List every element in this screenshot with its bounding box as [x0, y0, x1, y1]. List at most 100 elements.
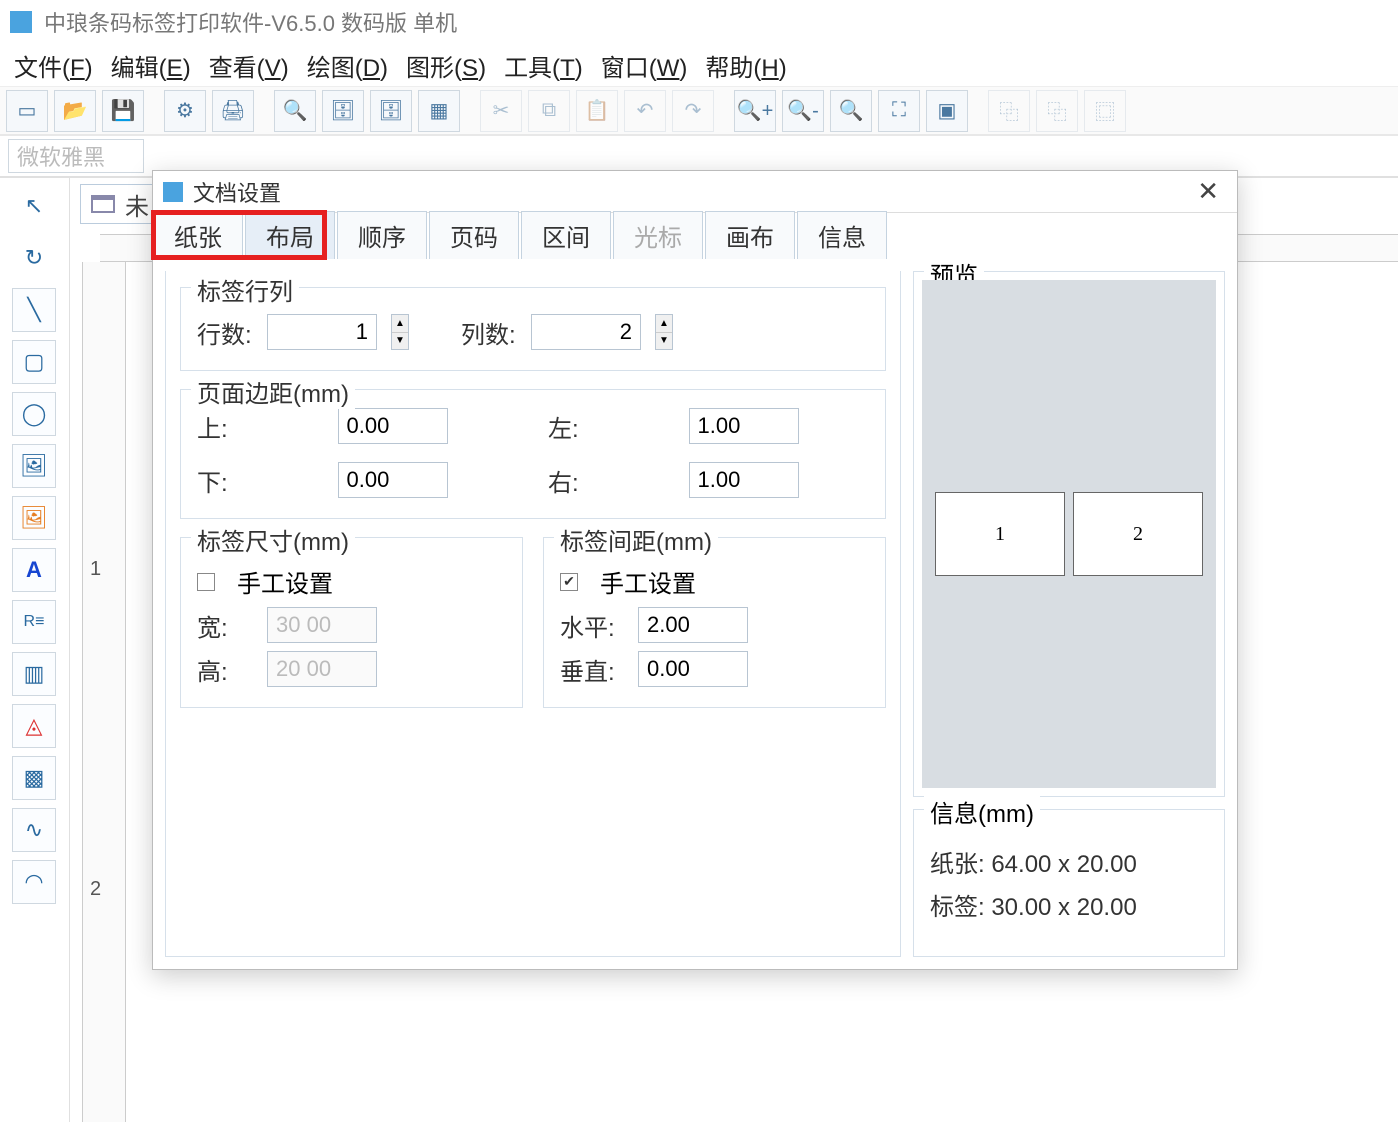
fit-all-button[interactable]: ▣: [926, 90, 968, 132]
vertical-ruler: [82, 262, 126, 1122]
dialog-left-panel: 标签行列 行数: ▲▼ 列数: ▲▼ 页面边距(mm) 上: 左:: [165, 271, 901, 957]
preview-canvas: 1 2: [922, 280, 1216, 788]
info-label: 标签: 30.00 x 20.00: [930, 887, 1208, 922]
gap-h-input[interactable]: [638, 607, 748, 643]
menu-window[interactable]: 窗口(W): [601, 48, 688, 83]
margin-right-input[interactable]: [689, 462, 799, 498]
margin-top-input[interactable]: [338, 408, 448, 444]
tab-paper[interactable]: 纸张: [153, 211, 243, 259]
dialog-right-panel: 预览 1 2 信息(mm) 纸张: 64.00 x 20.00 标签: 30.0…: [913, 271, 1225, 957]
app-icon: [10, 11, 32, 33]
info-group: 信息(mm) 纸张: 64.00 x 20.00 标签: 30.00 x 20.…: [913, 809, 1225, 957]
gap-v-label: 垂直:: [560, 652, 624, 687]
barcode-tool[interactable]: ▥: [12, 652, 56, 696]
tab-cursor[interactable]: 光标: [613, 211, 703, 259]
size-w-label: 宽:: [197, 608, 253, 643]
cut-button[interactable]: ✂: [480, 90, 522, 132]
ruler-v-tick-2: 2: [90, 878, 101, 901]
tab-order[interactable]: 顺序: [337, 211, 427, 259]
save-button[interactable]: 💾: [102, 90, 144, 132]
qrcode-tool[interactable]: ▩: [12, 756, 56, 800]
ellipse-tool[interactable]: ◯: [12, 392, 56, 436]
document-tab[interactable]: 未: [80, 184, 160, 224]
preview-label-2: 2: [1073, 492, 1203, 576]
database-button[interactable]: 🗄: [322, 90, 364, 132]
rows-input[interactable]: [267, 314, 377, 350]
shape-tool[interactable]: ◬: [12, 704, 56, 748]
menu-shape[interactable]: 图形(S): [406, 48, 486, 83]
cols-spinner[interactable]: ▲▼: [655, 314, 673, 350]
settings-button[interactable]: ⚙: [164, 90, 206, 132]
text-tool[interactable]: A: [12, 548, 56, 592]
roundrect-tool[interactable]: ▢: [12, 340, 56, 384]
close-button[interactable]: ✕: [1189, 176, 1227, 207]
tab-range[interactable]: 区间: [521, 211, 611, 259]
zoom-fit-button[interactable]: 🔍: [830, 90, 872, 132]
cols-input[interactable]: [531, 314, 641, 350]
zoom-out-button[interactable]: 🔍-: [782, 90, 824, 132]
rows-spinner[interactable]: ▲▼: [391, 314, 409, 350]
tab-pagenum[interactable]: 页码: [429, 211, 519, 259]
copy-button[interactable]: ⧉: [528, 90, 570, 132]
menu-help[interactable]: 帮助(H): [705, 48, 786, 83]
fit-window-button[interactable]: ⛶: [878, 90, 920, 132]
database2-button[interactable]: 🗄: [370, 90, 412, 132]
ruler-v-tick-1: 1: [90, 558, 101, 581]
zoom-in-button[interactable]: 🔍+: [734, 90, 776, 132]
menu-file[interactable]: 文件(F): [14, 48, 93, 83]
picture-tool[interactable]: 🖼: [12, 496, 56, 540]
info-legend: 信息(mm): [924, 794, 1040, 829]
size-w-input: [267, 607, 377, 643]
tab-info[interactable]: 信息: [797, 211, 887, 259]
image-tool[interactable]: 🖼: [12, 444, 56, 488]
print-button[interactable]: 🖨: [212, 90, 254, 132]
page-margin-group: 页面边距(mm) 上: 左: 下: 右:: [180, 389, 886, 519]
margin-left-label: 左:: [548, 409, 588, 444]
ungroup-button[interactable]: ⿻: [1036, 90, 1078, 132]
margin-left-input[interactable]: [689, 408, 799, 444]
font-name-box[interactable]: 微软雅黑: [8, 139, 144, 173]
new-button[interactable]: ▭: [6, 90, 48, 132]
tab-canvas[interactable]: 画布: [705, 211, 795, 259]
document-tab-label: 未: [125, 187, 149, 222]
menu-tool[interactable]: 工具(T): [504, 48, 583, 83]
menu-draw[interactable]: 绘图(D): [307, 48, 388, 83]
tab-layout[interactable]: 布局: [245, 211, 335, 259]
size-h-label: 高:: [197, 652, 253, 687]
label-gap-group: 标签间距(mm) 手工设置 水平: 垂直:: [543, 537, 886, 708]
gap-manual-checkbox[interactable]: [560, 573, 578, 591]
menubar: 文件(F) 编辑(E) 查看(V) 绘图(D) 图形(S) 工具(T) 窗口(W…: [0, 44, 1398, 86]
rows-label: 行数:: [197, 315, 253, 350]
margin-bottom-input[interactable]: [338, 462, 448, 498]
undo-button[interactable]: ↶: [624, 90, 666, 132]
document-settings-dialog: 文档设置 ✕ 纸张 布局 顺序 页码 区间 光标 画布 信息 标签行列 行数: …: [152, 170, 1238, 970]
cols-label: 列数:: [461, 315, 517, 350]
document-icon: [91, 195, 115, 213]
align-button[interactable]: ⿴: [1084, 90, 1126, 132]
gap-h-label: 水平:: [560, 608, 624, 643]
dialog-titlebar[interactable]: 文档设置 ✕: [153, 171, 1237, 213]
richtext-tool[interactable]: R≡: [12, 600, 56, 644]
label-size-group: 标签尺寸(mm) 手工设置 宽: 高:: [180, 537, 523, 708]
rotate-tool[interactable]: ↻: [12, 236, 56, 280]
group-button[interactable]: ⿻: [988, 90, 1030, 132]
left-toolbox: ↖ ↻ ╲ ▢ ◯ 🖼 🖼 A R≡ ▥ ◬ ▩ ∿ ◠: [0, 178, 70, 1122]
menu-view[interactable]: 查看(V): [209, 48, 289, 83]
margin-top-label: 上:: [197, 409, 237, 444]
paste-button[interactable]: 📋: [576, 90, 618, 132]
preview-button[interactable]: 🔍: [274, 90, 316, 132]
label-rowcol-group: 标签行列 行数: ▲▼ 列数: ▲▼: [180, 287, 886, 371]
preview-label-1: 1: [935, 492, 1065, 576]
grid-button[interactable]: ▦: [418, 90, 460, 132]
arc-tool[interactable]: ◠: [12, 860, 56, 904]
menu-edit[interactable]: 编辑(E): [111, 48, 191, 83]
curve-tool[interactable]: ∿: [12, 808, 56, 852]
redo-button[interactable]: ↷: [672, 90, 714, 132]
open-button[interactable]: 📂: [54, 90, 96, 132]
size-manual-checkbox[interactable]: [197, 573, 215, 591]
dialog-tabs: 纸张 布局 顺序 页码 区间 光标 画布 信息: [153, 213, 1237, 259]
preview-group: 预览 1 2: [913, 271, 1225, 797]
gap-v-input[interactable]: [638, 651, 748, 687]
select-tool[interactable]: ↖: [12, 184, 56, 228]
line-tool[interactable]: ╲: [12, 288, 56, 332]
